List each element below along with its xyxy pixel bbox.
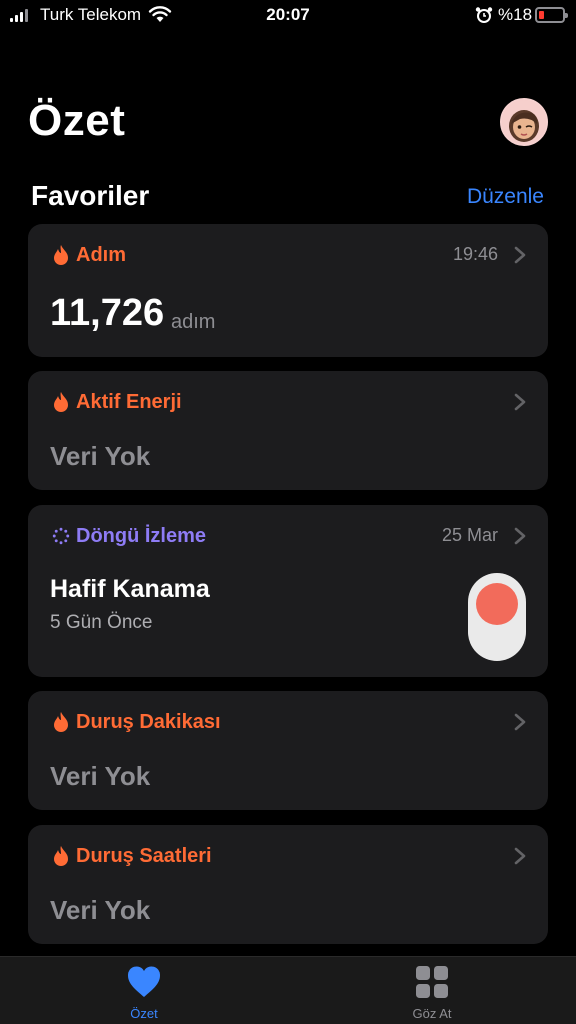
active-energy-label: Aktif Enerji <box>76 390 182 413</box>
heart-icon <box>127 966 161 997</box>
stand-minutes-value: Veri Yok <box>50 761 151 791</box>
tab-bar: Özet Göz At <box>0 956 576 1024</box>
grid-icon <box>416 966 448 998</box>
page-title: Özet <box>28 96 126 145</box>
health-summary-screen: Turk Telekom 20:07 %18 Özet Favoriler Dü… <box>0 0 576 1024</box>
steps-label: Adım <box>76 243 126 266</box>
chevron-right-icon <box>514 527 526 545</box>
tab-browse-label: Göz At <box>412 1006 452 1021</box>
status-bar: Turk Telekom 20:07 %18 <box>0 0 576 32</box>
stand-hours-card-header: Duruş Saatleri <box>52 843 212 869</box>
chevron-right-icon <box>514 393 526 411</box>
edit-favorites-link[interactable]: Düzenle <box>467 185 544 209</box>
cycle-flow-value: Hafif Kanama <box>50 575 210 603</box>
memoji-avatar-icon <box>502 100 546 144</box>
flame-icon <box>54 846 68 866</box>
period-indicator-icon <box>468 573 526 661</box>
chevron-right-icon <box>514 246 526 264</box>
stand-hours-label: Duruş Saatleri <box>76 844 212 867</box>
cycle-tracking-card-header: Döngü İzleme <box>52 523 206 549</box>
favorites-title: Favoriler <box>31 180 150 211</box>
profile-avatar[interactable] <box>500 98 548 146</box>
steps-value: 11,726 <box>50 292 165 334</box>
stand-hours-card[interactable]: Duruş Saatleri Veri Yok <box>28 825 548 944</box>
battery-percentage: %18 <box>498 5 533 24</box>
stand-minutes-label: Duruş Dakikası <box>76 710 221 733</box>
tab-summary[interactable]: Özet <box>0 957 288 1024</box>
steps-unit: adım <box>171 311 216 333</box>
active-energy-card[interactable]: Aktif Enerji Veri Yok <box>28 371 548 490</box>
flame-icon <box>54 712 68 732</box>
active-energy-value: Veri Yok <box>50 441 151 471</box>
steps-card-header: Adım <box>52 242 126 268</box>
alarm-icon <box>475 7 493 23</box>
steps-card[interactable]: Adım 19:46 11,726 adım <box>28 224 548 357</box>
flame-icon <box>54 245 68 265</box>
cycle-tracking-date: 25 Mar <box>441 525 498 545</box>
battery-icon <box>535 7 568 23</box>
chevron-right-icon <box>514 713 526 731</box>
cycle-tracking-icon <box>52 527 70 545</box>
tab-browse[interactable]: Göz At <box>288 957 576 1024</box>
stand-hours-value: Veri Yok <box>50 895 151 925</box>
stand-minutes-card[interactable]: Duruş Dakikası Veri Yok <box>28 691 548 810</box>
tab-summary-label: Özet <box>130 1006 158 1021</box>
chevron-right-icon <box>514 847 526 865</box>
stand-minutes-card-header: Duruş Dakikası <box>52 709 221 735</box>
cycle-tracking-card[interactable]: Döngü İzleme 25 Mar Hafif Kanama 5 Gün Ö… <box>28 505 548 677</box>
flame-icon <box>54 392 68 412</box>
cycle-days-ago: 5 Gün Önce <box>50 612 153 633</box>
active-energy-card-header: Aktif Enerji <box>52 389 182 415</box>
cycle-tracking-label: Döngü İzleme <box>76 524 207 547</box>
steps-time: 19:46 <box>452 244 498 264</box>
